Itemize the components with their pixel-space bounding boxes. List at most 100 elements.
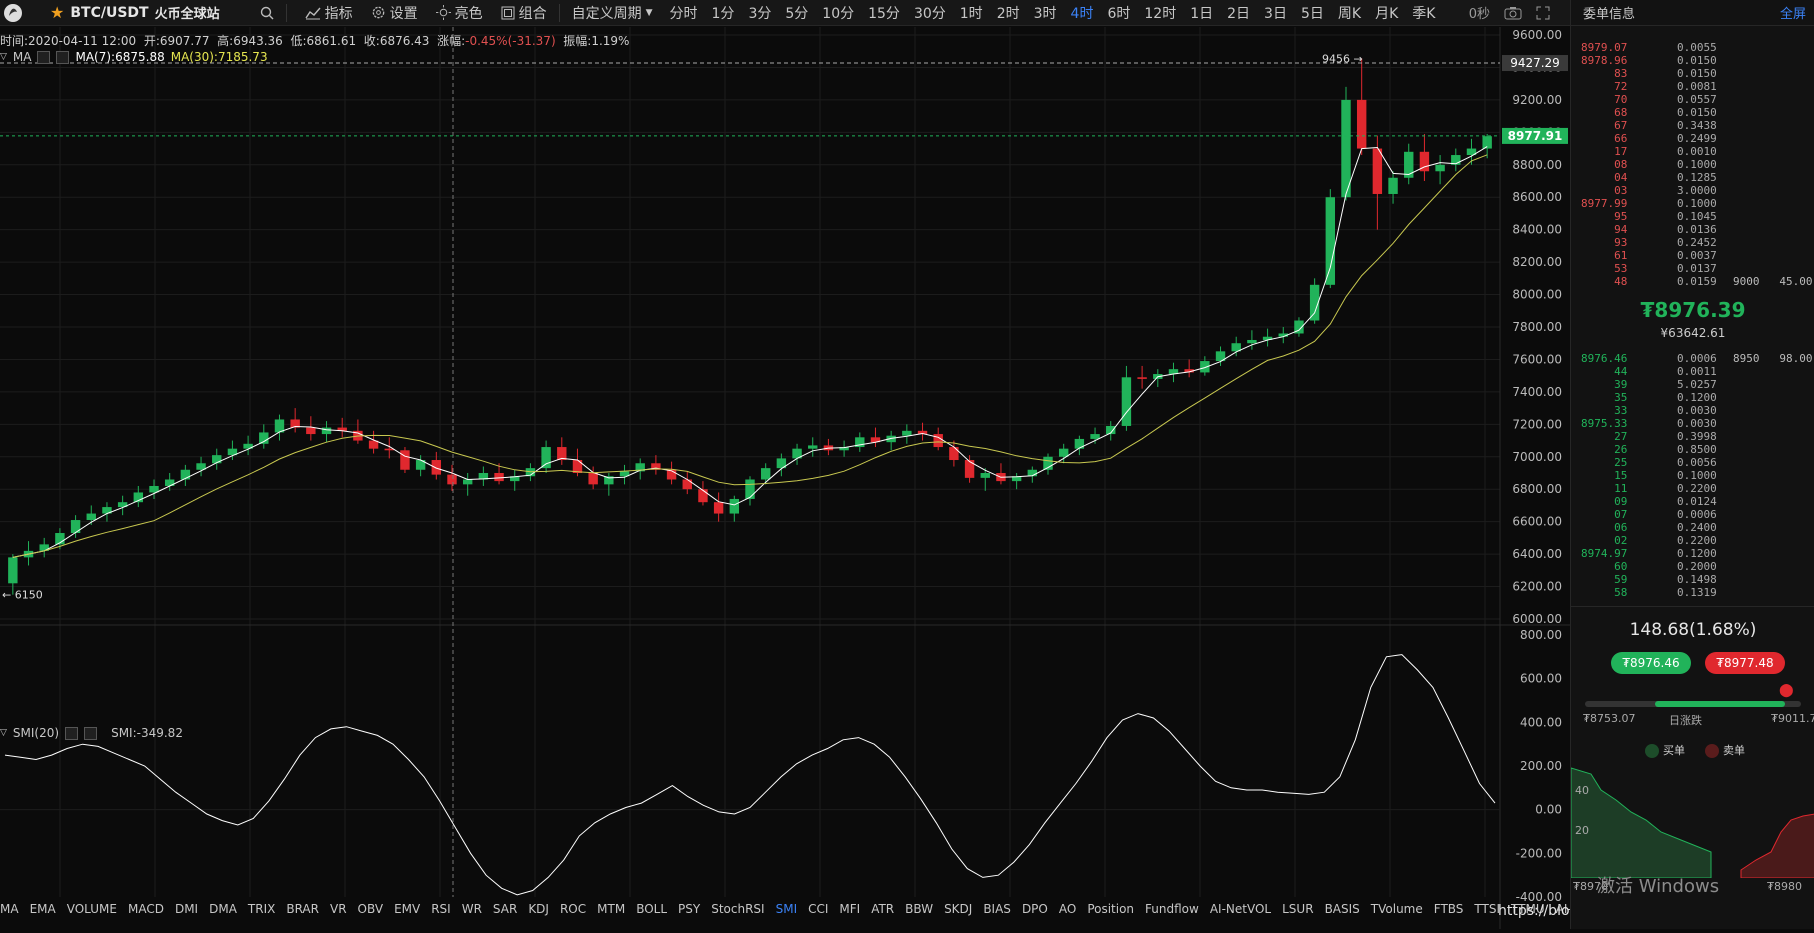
ma-settings-icon[interactable] — [37, 50, 51, 64]
orderbook-row[interactable]: 03 3.0000 — [1581, 184, 1793, 197]
camera-icon[interactable] — [1504, 6, 1522, 20]
indicator-tab[interactable]: KDJ — [528, 902, 549, 920]
orderbook-row[interactable]: 39 5.0257 — [1581, 378, 1793, 391]
orderbook-row[interactable]: 02 0.2200 — [1581, 534, 1793, 547]
orderbook-row[interactable]: 48 0.0159 9000 45.00 — [1581, 275, 1812, 288]
orderbook-row[interactable]: 59 0.1498 — [1581, 573, 1793, 586]
indicator-tab[interactable]: VOLUME — [67, 902, 117, 920]
theme-button[interactable]: 亮色 — [435, 3, 483, 23]
indicator-tab[interactable]: BBW — [905, 902, 933, 920]
indicator-tab[interactable]: TVolume — [1371, 902, 1423, 920]
indicator-tab[interactable]: BOLL — [636, 902, 667, 920]
orderbook-row[interactable]: 68 0.0150 — [1581, 106, 1793, 119]
indicator-tab[interactable]: SMI — [776, 902, 798, 920]
orderbook-row[interactable]: 67 0.3438 — [1581, 119, 1793, 132]
period-tab[interactable]: 2日 — [1220, 3, 1257, 23]
orderbook-row[interactable]: 66 0.2499 — [1581, 132, 1793, 145]
period-tab[interactable]: 3日 — [1257, 3, 1294, 23]
orderbook-row[interactable]: 8976.46 0.0006 8950 98.00 — [1581, 352, 1812, 365]
indicator-tab[interactable]: BIAS — [983, 902, 1011, 920]
orderbook-row[interactable]: 26 0.8500 — [1581, 443, 1793, 456]
orderbook-row[interactable]: 08 0.1000 — [1581, 158, 1793, 171]
orderbook-row[interactable]: 61 0.0037 — [1581, 249, 1793, 262]
period-tab[interactable]: 月K — [1368, 3, 1405, 23]
indicator-tab[interactable]: BASIS — [1325, 902, 1360, 920]
orderbook-row[interactable]: 70 0.0557 — [1581, 93, 1793, 106]
indicator-tab[interactable]: DMA — [209, 902, 237, 920]
indicator-tab[interactable]: BRAR — [286, 902, 319, 920]
indicator-tab[interactable]: SKDJ — [944, 902, 972, 920]
orderbook-row[interactable]: 44 0.0011 — [1581, 365, 1793, 378]
indicator-tab[interactable]: FTBS — [1434, 902, 1464, 920]
orderbook-row[interactable]: 27 0.3998 — [1581, 430, 1793, 443]
period-tab[interactable]: 5分 — [778, 3, 815, 23]
indicator-tab[interactable]: TRIX — [248, 902, 275, 920]
indicator-tab[interactable]: MTM — [597, 902, 625, 920]
custom-period-dropdown[interactable]: 自定义周期 ▼ — [572, 3, 653, 23]
orderbook-row[interactable]: 83 0.0150 — [1581, 67, 1793, 80]
period-tab[interactable]: 10分 — [815, 3, 861, 23]
period-tab[interactable]: 周K — [1331, 3, 1368, 23]
kline-chart[interactable]: 9600.009400.009200.009000.008800.008600.… — [0, 27, 1570, 929]
period-tab[interactable]: 分时 — [663, 3, 705, 23]
orderbook-row[interactable]: 11 0.2200 — [1581, 482, 1793, 495]
orderbook-row[interactable]: 07 0.0006 — [1581, 508, 1793, 521]
orderbook-row[interactable]: 53 0.0137 — [1581, 262, 1793, 275]
period-tab[interactable]: 2时 — [990, 3, 1027, 23]
orderbook-row[interactable]: 33 0.0030 — [1581, 404, 1793, 417]
orderbook-row[interactable]: 72 0.0081 — [1581, 80, 1793, 93]
indicator-tab[interactable]: AI-NetVOL — [1210, 902, 1271, 920]
orderbook-row[interactable]: 17 0.0010 — [1581, 145, 1793, 158]
indicator-button[interactable]: 指标 — [305, 3, 353, 23]
depth-chart[interactable]: 40 20 — [1571, 760, 1814, 878]
orderbook-row[interactable]: 35 0.1200 — [1581, 391, 1793, 404]
indicator-tab[interactable]: CCI — [808, 902, 828, 920]
favorite-star-icon[interactable]: ★ — [50, 4, 64, 21]
orderbook-row[interactable]: 95 0.1045 — [1581, 210, 1793, 223]
collapse-icon[interactable]: ▽ — [0, 52, 7, 62]
indicator-tab[interactable]: ATR — [871, 902, 894, 920]
orderbook-row[interactable]: 58 0.1319 — [1581, 586, 1793, 599]
indicator-tab[interactable]: DMI — [175, 902, 198, 920]
orderbook-row[interactable]: 8979.07 0.0055 — [1581, 41, 1793, 54]
period-tab[interactable]: 3分 — [741, 3, 778, 23]
orderbook-row[interactable]: 8977.99 0.1000 — [1581, 197, 1793, 210]
indicator-tab[interactable]: WR — [462, 902, 482, 920]
orderbook-row[interactable]: 25 0.0056 — [1581, 456, 1793, 469]
combo-button[interactable]: 组合 — [501, 3, 547, 23]
bid-price-button[interactable]: ₮8976.46 — [1611, 652, 1691, 674]
orderbook-row[interactable]: 15 0.1000 — [1581, 469, 1793, 482]
orderbook-row[interactable]: 8978.96 0.0150 — [1581, 54, 1793, 67]
collapse-icon[interactable]: ▽ — [0, 728, 7, 738]
period-tab[interactable]: 3时 — [1027, 3, 1064, 23]
sell-legend[interactable]: 卖单 — [1705, 742, 1745, 758]
period-tab[interactable]: 30分 — [907, 3, 953, 23]
orderbook-row[interactable]: 94 0.0136 — [1581, 223, 1793, 236]
indicator-tab[interactable]: ROC — [560, 902, 586, 920]
period-tab[interactable]: 1日 — [1183, 3, 1220, 23]
smi-settings-icon[interactable] — [65, 726, 79, 740]
indicator-tab[interactable]: Position — [1087, 902, 1134, 920]
period-tab[interactable]: 5日 — [1294, 3, 1331, 23]
orderbook-row[interactable]: 60 0.2000 — [1581, 560, 1793, 573]
orderbook-row[interactable]: 09 0.0124 — [1581, 495, 1793, 508]
period-tab[interactable]: 4时 — [1064, 3, 1101, 23]
indicator-tab[interactable]: EMA — [30, 902, 56, 920]
ask-price-button[interactable]: ₮8977.48 — [1705, 652, 1785, 674]
period-tab[interactable]: 季K — [1405, 3, 1442, 23]
indicator-tab[interactable]: DPO — [1022, 902, 1048, 920]
orderbook-row[interactable]: 8974.97 0.1200 — [1581, 547, 1793, 560]
orderbook-row[interactable]: 93 0.2452 — [1581, 236, 1793, 249]
search-icon[interactable] — [260, 6, 274, 20]
indicator-tab[interactable]: MA — [0, 902, 19, 920]
indicator-tab[interactable]: LSUR — [1282, 902, 1313, 920]
indicator-tab[interactable]: PSY — [678, 902, 700, 920]
fullscreen-button[interactable]: 全屏 — [1780, 3, 1806, 22]
pair-name[interactable]: BTC/USDT — [70, 5, 148, 21]
expand-icon[interactable] — [1536, 6, 1550, 20]
indicator-tab[interactable]: MFI — [839, 902, 860, 920]
indicator-tab[interactable]: EMV — [394, 902, 420, 920]
indicator-tab[interactable]: StochRSI — [711, 902, 764, 920]
period-tab[interactable]: 1时 — [953, 3, 990, 23]
period-tab[interactable]: 1分 — [705, 3, 742, 23]
